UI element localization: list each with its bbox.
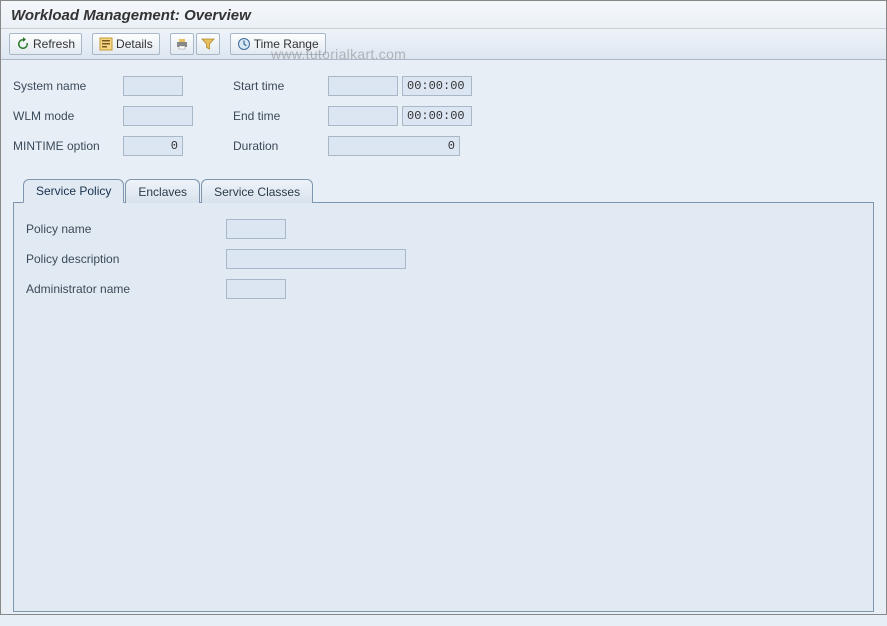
tab-service-classes-label: Service Classes <box>214 185 300 199</box>
system-name-label: System name <box>13 79 123 93</box>
content-area: System name WLM mode MINTIME option 0 St… <box>1 60 886 626</box>
system-name-field <box>123 76 183 96</box>
filter-button[interactable] <box>196 33 220 55</box>
details-button[interactable]: Details <box>92 33 160 55</box>
end-time-date-field <box>328 106 398 126</box>
admin-name-label: Administrator name <box>26 282 226 296</box>
end-time-time-field: 00:00:00 <box>402 106 472 126</box>
filter-icon <box>201 37 215 51</box>
form-col-right: Start time 00:00:00 End time 00:00:00 Du… <box>233 74 472 158</box>
end-time-label: End time <box>233 109 328 123</box>
tab-enclaves[interactable]: Enclaves <box>125 179 200 203</box>
mintime-label: MINTIME option <box>13 139 123 153</box>
duration-label: Duration <box>233 139 328 153</box>
policy-name-label: Policy name <box>26 222 226 236</box>
title-bar: Workload Management: Overview <box>1 1 886 29</box>
details-label: Details <box>116 37 153 51</box>
refresh-label: Refresh <box>33 37 75 51</box>
policy-desc-field <box>226 249 406 269</box>
duration-field: 0 <box>328 136 460 156</box>
time-range-button[interactable]: Time Range <box>230 33 326 55</box>
policy-name-field <box>226 219 286 239</box>
admin-name-field <box>226 279 286 299</box>
print-icon <box>175 37 189 51</box>
tab-service-policy[interactable]: Service Policy <box>23 179 124 203</box>
tab-service-classes[interactable]: Service Classes <box>201 179 313 203</box>
tab-panel-service-policy: Policy name Policy description Administr… <box>13 202 874 612</box>
clock-icon <box>237 37 251 51</box>
print-button[interactable] <box>170 33 194 55</box>
details-icon <box>99 37 113 51</box>
wlm-mode-label: WLM mode <box>13 109 123 123</box>
toolbar: Refresh Details Time Range <box>1 29 886 60</box>
header-form: System name WLM mode MINTIME option 0 St… <box>13 74 874 158</box>
refresh-button[interactable]: Refresh <box>9 33 82 55</box>
time-range-label: Time Range <box>254 37 319 51</box>
tab-container: Service Policy Enclaves Service Classes … <box>13 178 874 612</box>
start-time-date-field <box>328 76 398 96</box>
form-col-left: System name WLM mode MINTIME option 0 <box>13 74 193 158</box>
mintime-field: 0 <box>123 136 183 156</box>
wlm-mode-field <box>123 106 193 126</box>
start-time-time-field: 00:00:00 <box>402 76 472 96</box>
start-time-label: Start time <box>233 79 328 93</box>
page-title: Workload Management: Overview <box>11 7 876 24</box>
refresh-icon <box>16 37 30 51</box>
policy-desc-label: Policy description <box>26 252 226 266</box>
tab-strip: Service Policy Enclaves Service Classes <box>13 178 874 202</box>
tab-service-policy-label: Service Policy <box>36 184 111 198</box>
tab-enclaves-label: Enclaves <box>138 185 187 199</box>
